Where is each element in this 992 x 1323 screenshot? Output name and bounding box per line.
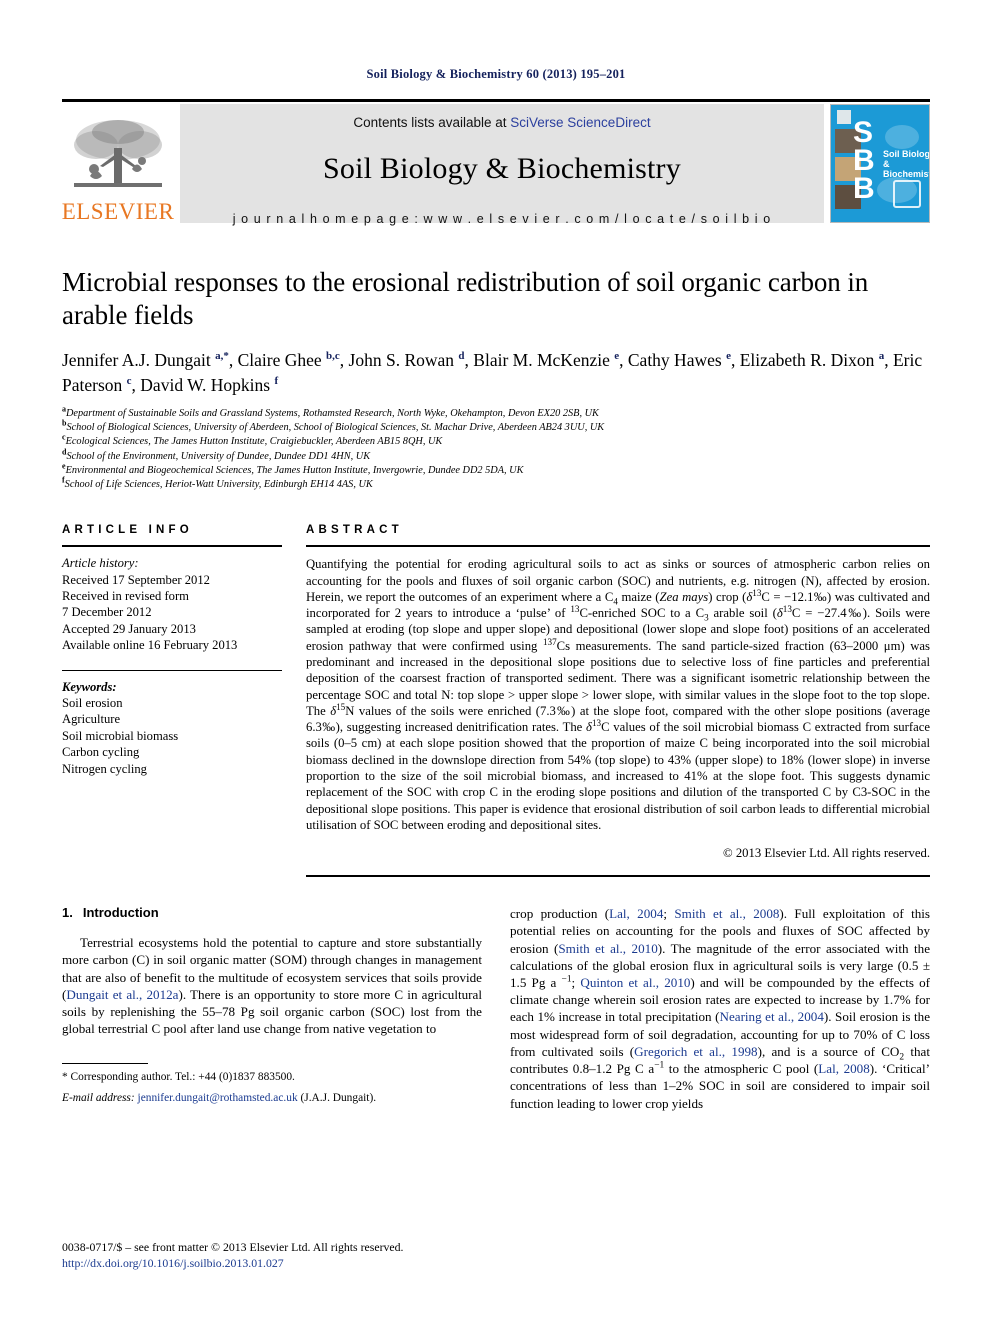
abstract-heading: ABSTRACT xyxy=(306,524,403,537)
affiliation-item: fSchool of Life Sciences, Heriot-Watt Un… xyxy=(62,475,373,491)
intro-paragraph-left: Terrestrial ecosystems hold the potentia… xyxy=(62,935,482,1037)
page-title: Microbial responses to the erosional red… xyxy=(62,267,869,330)
footnote-block: * Corresponding author. Tel.: +44 (0)183… xyxy=(62,1063,482,1106)
elsevier-tree-icon xyxy=(74,120,162,187)
affiliation-text: School of Life Sciences, Heriot-Watt Uni… xyxy=(64,479,373,491)
affiliation-item: dSchool of the Environment, University o… xyxy=(62,447,371,462)
journal-homepage[interactable]: j o u r n a l h o m e p a g e : w w w . … xyxy=(233,212,772,226)
history-item: Received in revised form xyxy=(62,589,189,604)
article-history-label: Article history: xyxy=(62,556,139,571)
section-title: Introduction xyxy=(82,905,159,921)
cover-caption-line2: Biochemistry xyxy=(883,169,929,179)
footnote-divider xyxy=(62,1063,148,1065)
abstract-text: Quantifying the potential for eroding ag… xyxy=(306,557,931,832)
article-info-column: ARTICLE INFO Article history: Received 1… xyxy=(62,524,306,877)
affiliation-item: cEcological Sciences, The James Hutton I… xyxy=(62,432,443,448)
corresponding-author-note: * Corresponding author. Tel.: +44 (0)183… xyxy=(62,1071,295,1084)
running-head: Soil Biology & Biochemistry 60 (2013) 19… xyxy=(366,67,626,81)
journal-banner: Contents lists available at SciVerse Sci… xyxy=(180,104,824,226)
divider xyxy=(62,669,282,671)
email-note[interactable]: E-mail address: jennifer.dungait@rothams… xyxy=(62,1091,482,1106)
affiliation-text: School of the Environment, University of… xyxy=(66,450,371,462)
affiliation-list: aDepartment of Sustainable Soils and Gra… xyxy=(62,404,930,492)
cover-caption: Soil Biology & Biochemistry xyxy=(883,149,930,179)
affiliation-text: Department of Sustainable Soils and Gras… xyxy=(66,408,599,419)
keyword-item: Carbon cycling xyxy=(62,745,140,760)
doi-link[interactable]: http://dx.doi.org/10.1016/j.soilbio.2013… xyxy=(62,1256,492,1272)
issn-line: 0038-0717/$ – see front matter © 2013 El… xyxy=(62,1240,404,1254)
affiliation-text: School of Biological Sciences, Universit… xyxy=(66,422,605,434)
author-list: Jennifer A.J. Dungait a,*, Claire Ghee b… xyxy=(62,350,923,395)
history-item: Available online 16 February 2013 xyxy=(62,638,238,653)
keyword-item: Soil microbial biomass xyxy=(62,728,179,743)
elsevier-logo: ELSEVIER xyxy=(62,102,174,225)
divider xyxy=(62,545,282,548)
history-item: Received 17 September 2012 xyxy=(62,572,210,587)
keyword-item: Nitrogen cycling xyxy=(62,761,147,776)
article-page: Soil Biology & Biochemistry 60 (2013) 19… xyxy=(0,0,992,1323)
contents-prefix: Contents lists available at xyxy=(353,115,511,130)
journal-cover-thumbnail: SBB Soil Biology & Biochemistry xyxy=(830,104,930,223)
abstract-column: ABSTRACT Quantifying the potential for e… xyxy=(306,524,931,878)
sciencedirect-link[interactable]: SciVerse ScienceDirect xyxy=(510,115,650,130)
affiliation-text: Ecological Sciences, The James Hutton In… xyxy=(65,436,443,448)
body-column-right: crop production (Lal, 2004; Smith et al.… xyxy=(510,905,930,1111)
affiliation-item: aDepartment of Sustainable Soils and Gra… xyxy=(62,404,599,419)
body-column-left: 1. Introduction Terrestrial ecosystems ho… xyxy=(62,905,482,1111)
elsevier-wordmark: ELSEVIER xyxy=(61,199,175,224)
section-heading-introduction: 1. Introduction xyxy=(62,905,482,920)
section-number: 1. xyxy=(62,905,73,921)
journal-masthead: ELSEVIER Contents lists available at Sci… xyxy=(62,99,930,226)
cover-seal-icon xyxy=(893,180,921,208)
keywords-block: Keywords: Soil erosion Agriculture Soil … xyxy=(62,679,282,777)
history-item: 7 December 2012 xyxy=(62,605,152,620)
contents-list-line: Contents lists available at SciVerse Sci… xyxy=(353,115,650,130)
divider xyxy=(306,545,930,548)
article-history: Article history: Received 17 September 2… xyxy=(62,555,282,653)
keyword-item: Soil erosion xyxy=(62,696,123,711)
body-columns: 1. Introduction Terrestrial ecosystems ho… xyxy=(62,905,930,1111)
cover-letters: SBB xyxy=(853,116,875,205)
divider xyxy=(306,875,930,878)
affiliation-item: eEnvironmental and Biogeochemical Scienc… xyxy=(62,461,524,476)
history-item: Accepted 29 January 2013 xyxy=(62,621,196,636)
keyword-item: Agriculture xyxy=(62,712,121,727)
affiliation-text: Environmental and Biogeochemical Science… xyxy=(65,464,524,476)
abstract-copyright: © 2013 Elsevier Ltd. All rights reserved… xyxy=(723,846,930,861)
cover-blob-1 xyxy=(885,125,919,149)
article-info-heading: ARTICLE INFO xyxy=(62,524,193,537)
intro-paragraph-right: crop production (Lal, 2004; Smith et al.… xyxy=(510,906,931,1111)
cover-publisher-mark xyxy=(837,110,851,124)
journal-title: Soil Biology & Biochemistry xyxy=(323,152,681,185)
cover-caption-line1: Soil Biology & xyxy=(883,149,930,169)
issn-footer: 0038-0717/$ – see front matter © 2013 El… xyxy=(62,1240,492,1271)
affiliation-item: bSchool of Biological Sciences, Universi… xyxy=(62,418,605,434)
info-abstract-section: ARTICLE INFO Article history: Received 1… xyxy=(62,524,931,878)
keywords-label: Keywords: xyxy=(62,679,117,694)
